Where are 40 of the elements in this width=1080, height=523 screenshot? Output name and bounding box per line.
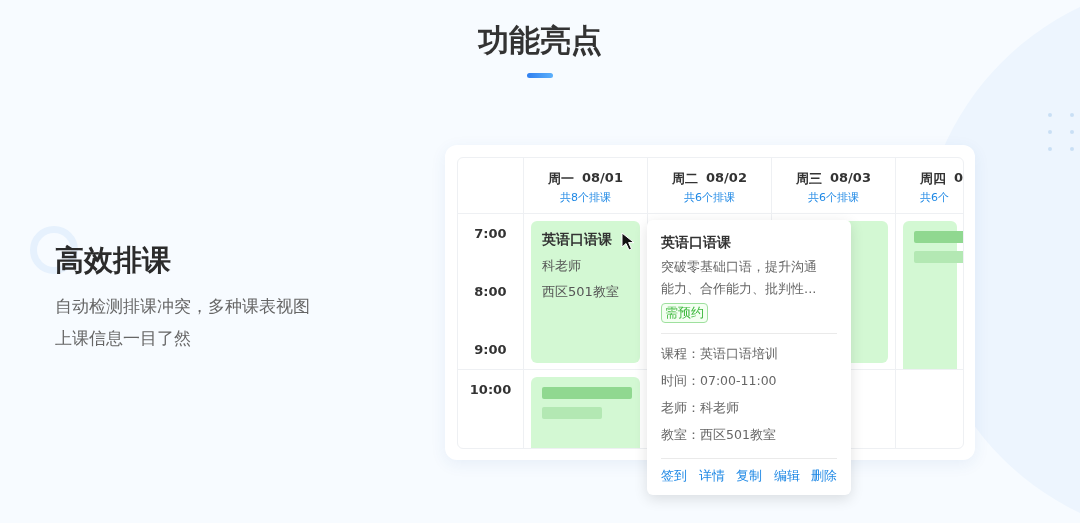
event-room: 西区501教室 (542, 283, 620, 301)
course-count: 共8个排课 (560, 190, 611, 205)
time-label: 10:00 (469, 381, 512, 399)
event-teacher: 科老师 (542, 257, 582, 275)
course-count: 共6个排课 (808, 190, 859, 205)
time-label: 8:00 (474, 283, 507, 301)
feature-description: 自动检测排课冲突，多种课表视图 上课信息一目了然 (55, 295, 311, 350)
day-date: 0 (954, 170, 963, 187)
day-date: 08/03 (830, 170, 871, 187)
day-name: 周三 (796, 170, 823, 188)
day-date: 08/02 (706, 170, 747, 187)
course-count: 共6个排课 (684, 190, 735, 205)
detail-field: 课程：英语口语培训 (661, 340, 837, 367)
action-link[interactable]: 详情 (698, 465, 725, 487)
dot-grid-icon (1047, 112, 1075, 152)
event-title: 英语口语课 (542, 231, 612, 249)
feature-title: 高效排课 (55, 242, 172, 279)
cursor-icon (621, 232, 637, 252)
section-title: 功能亮点 (478, 21, 602, 60)
course-summary: 突破零基础口语，提升沟通能力、合作能力、批判性... (661, 258, 818, 298)
course-count: 共6个 (920, 190, 949, 205)
action-link[interactable]: 删除 (811, 465, 837, 487)
action-link[interactable]: 复制 (736, 465, 762, 487)
time-label: 7:00 (474, 225, 507, 243)
day-name: 周四 (920, 170, 946, 188)
popover-title: 英语口语课 (661, 233, 732, 252)
detail-field: 老师：科老师 (661, 394, 837, 421)
booking-tag: 需预约 (661, 303, 708, 323)
day-name: 周一 (548, 170, 575, 188)
action-link[interactable]: 签到 (661, 465, 687, 487)
course-event[interactable]: 英语口语课 科老师 西区501教室 (531, 221, 640, 363)
action-link[interactable]: 编辑 (773, 465, 800, 487)
time-label: 9:00 (474, 341, 507, 359)
skeleton-bar (914, 251, 963, 263)
day-name: 周二 (672, 170, 699, 188)
title-underline (527, 73, 553, 78)
detail-field: 教室：西区501教室 (661, 421, 837, 448)
detail-field: 时间：07:00-11:00 (661, 367, 837, 394)
skeleton-bar (542, 407, 602, 419)
day-date: 08/01 (582, 170, 623, 187)
